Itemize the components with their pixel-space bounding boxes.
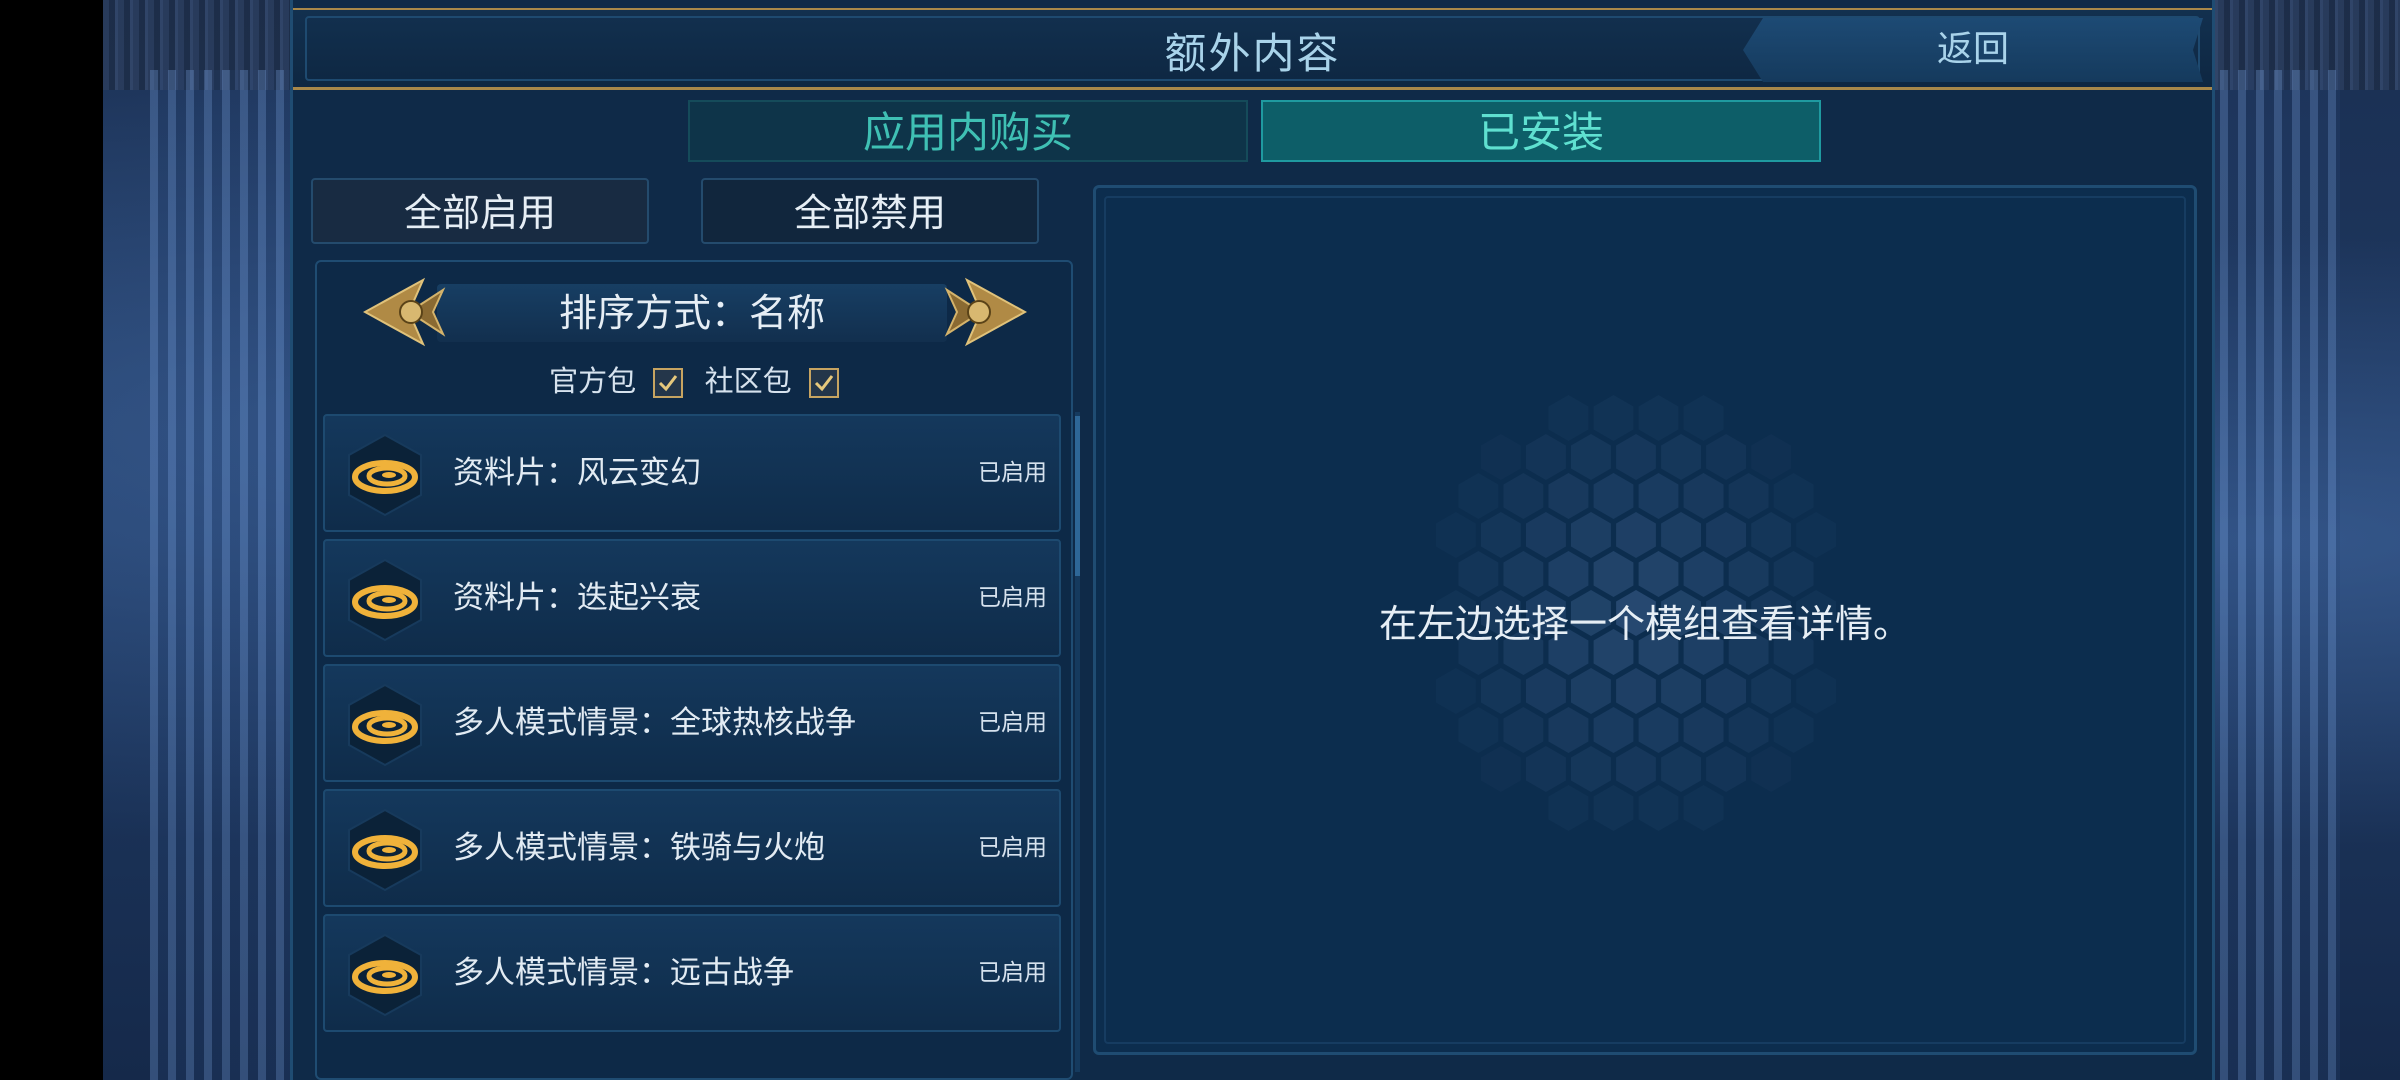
mod-list-scrollbar[interactable] [1075,412,1080,1072]
sort-bar: 排序方式：名称 [437,284,947,342]
mod-list-panel: 排序方式：名称 官方包 社区包 资料片：风云变幻 已启用 资料片：迭起兴衰 已启… [315,260,1073,1080]
mod-name: 资料片：风云变幻 [453,455,701,491]
background-curtain-left [150,70,290,1080]
package-filter-row: 官方包 社区包 [317,358,1071,398]
mod-status-badge: 已启用 [978,585,1047,611]
sort-label: 排序方式：名称 [558,291,825,335]
extra-content-panel: 额外内容 返回 应用内购买 已安装 全部启用 全部禁用 排序方式：名称 官方包 … [290,0,2215,1080]
tab-in-app-purchase[interactable]: 应用内购买 [688,100,1248,162]
filter-official[interactable]: 官方包 [549,358,684,400]
mod-status-badge: 已启用 [978,460,1047,486]
sort-area: 排序方式：名称 官方包 社区包 [317,262,1071,412]
mod-name: 多人模式情景：全球热核战争 [453,705,856,741]
game-screen: 额外内容 返回 应用内购买 已安装 全部启用 全部禁用 排序方式：名称 官方包 … [0,0,2400,1080]
mod-status-badge: 已启用 [978,710,1047,736]
header-bar: 额外内容 返回 [293,8,2212,90]
mod-list-item[interactable]: 资料片：风云变幻 已启用 [323,414,1061,532]
expansion-swirl-icon [343,558,427,642]
checkmark-icon [659,375,678,392]
sort-next-arrow-icon[interactable] [943,276,1028,348]
sort-prev-arrow-icon[interactable] [362,276,447,348]
filter-community[interactable]: 社区包 [705,358,839,400]
mod-list-item[interactable]: 多人模式情景：全球热核战争 已启用 [323,664,1061,782]
mod-list: 资料片：风云变幻 已启用 资料片：迭起兴衰 已启用 多人模式情景：全球热核战争 已启用 多人… [323,414,1061,1039]
back-button[interactable]: 返回 [1743,18,2203,82]
mod-list-item[interactable]: 多人模式情景：远古战争 已启用 [323,914,1061,1032]
checkmark-icon [814,375,834,392]
mod-list-item[interactable]: 多人模式情景：铁骑与火炮 已启用 [323,789,1061,907]
filter-official-label: 官方包 [549,364,637,398]
background-curtain-right [2220,70,2340,1080]
mod-name: 资料片：迭起兴衰 [453,580,701,616]
expansion-swirl-icon [343,808,427,892]
disable-all-button[interactable]: 全部禁用 [701,178,1039,244]
expansion-swirl-icon [343,683,427,767]
mod-list-item[interactable]: 资料片：迭起兴衰 已启用 [323,539,1061,657]
filter-community-checkbox[interactable] [808,368,839,398]
mod-status-badge: 已启用 [978,960,1047,986]
mod-name: 多人模式情景：远古战争 [453,955,794,991]
filter-official-checkbox[interactable] [653,368,684,398]
filter-community-label: 社区包 [704,364,792,398]
mod-list-scroll-thumb[interactable] [1075,416,1080,576]
mod-status-badge: 已启用 [978,835,1047,861]
enable-all-button[interactable]: 全部启用 [311,178,649,244]
expansion-swirl-icon [343,433,427,517]
tab-installed[interactable]: 已安装 [1261,100,1821,162]
expansion-swirl-icon [343,933,427,1017]
details-hint: 在左边选择一个模组查看详情。 [1378,602,1911,646]
mod-details-panel: 在左边选择一个模组查看详情。 [1093,185,2197,1055]
mod-name: 多人模式情景：铁骑与火炮 [453,830,825,866]
